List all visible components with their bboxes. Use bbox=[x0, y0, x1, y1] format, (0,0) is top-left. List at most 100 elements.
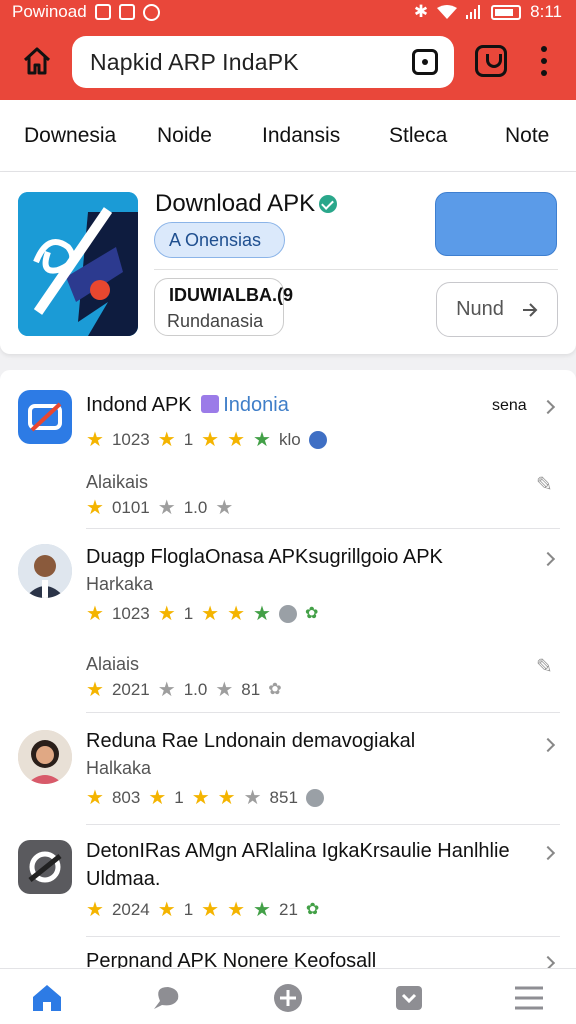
star-icon: ★ bbox=[253, 603, 271, 625]
app-sub-label: Alaiais bbox=[86, 654, 140, 674]
status-bar: Powinoad ✱ 8:11 bbox=[0, 0, 576, 24]
signal-icon bbox=[466, 5, 481, 19]
divider bbox=[86, 712, 560, 713]
star-icon: ★ bbox=[86, 497, 104, 519]
bottom-nav bbox=[0, 968, 576, 1024]
star-icon: ★ bbox=[86, 679, 104, 701]
star-icon: ★ bbox=[86, 899, 104, 921]
avatar bbox=[18, 730, 72, 784]
battery-icon bbox=[491, 4, 522, 20]
star-icon: ★ bbox=[201, 429, 220, 451]
featured-chip[interactable]: A Onensias bbox=[154, 222, 285, 258]
home-icon[interactable] bbox=[22, 46, 52, 76]
star-icon: ★ bbox=[157, 603, 176, 625]
wifi-icon bbox=[437, 5, 458, 19]
star-icon: ★ bbox=[227, 899, 246, 921]
star-icon: ★ bbox=[217, 787, 236, 809]
chevron-right-icon[interactable] bbox=[540, 551, 556, 567]
star-icon: ★ bbox=[253, 899, 271, 921]
nund-button-label: Nund bbox=[456, 298, 504, 320]
app-sub-rating: ★ 2021 ★ 1.0 ★ 81 ✿ bbox=[86, 679, 282, 701]
star-icon: ★ bbox=[243, 787, 262, 809]
top-bar: Powinoad ✱ 8:11 Napkid ARP IndaPK bbox=[0, 0, 576, 100]
app-title: Perpnand APK Nonere Keofosall bbox=[86, 950, 377, 970]
add-icon[interactable] bbox=[272, 983, 304, 1013]
chat-icon[interactable] bbox=[150, 983, 182, 1013]
featured-info-text: Rundanasia bbox=[167, 311, 264, 331]
divider bbox=[86, 936, 560, 937]
category-tabs: Downesia Noide Indansis Stleca Note bbox=[0, 100, 576, 172]
camera-icon[interactable] bbox=[412, 49, 438, 75]
star-icon: ★ bbox=[148, 787, 167, 809]
app-icon bbox=[18, 390, 72, 444]
star-icon: ★ bbox=[227, 603, 246, 625]
app-rating: ★ 2024 ★ 1 ★ ★ ★ 21 ✿ bbox=[86, 899, 320, 921]
star-icon: ★ bbox=[157, 899, 176, 921]
app-extra: sena bbox=[492, 397, 527, 414]
app-sub-label: Alaikais bbox=[86, 472, 149, 492]
divider bbox=[86, 824, 560, 825]
star-icon: ★ bbox=[157, 429, 176, 451]
app-list: Indond APK Indonia sena ★ 1023 ★ 1 ★ ★ ★ klo… bbox=[0, 370, 576, 970]
app-sub-rating: ★ 0101 ★ 1.0 ★ bbox=[86, 497, 234, 519]
app-rating: ★ 1023 ★ 1 ★ ★ ★ klo bbox=[86, 430, 327, 450]
featured-app-icon[interactable] bbox=[18, 192, 138, 336]
leaf-icon: ✿ bbox=[268, 681, 282, 698]
tab-stleca[interactable]: Stleca bbox=[389, 124, 447, 148]
chevron-right-icon[interactable] bbox=[540, 399, 556, 415]
app-icon bbox=[18, 840, 72, 894]
status-app-name: Powinoad bbox=[12, 2, 87, 21]
leaf-icon: ✿ bbox=[304, 605, 319, 622]
app-title: Duagp FloglaOnasa APKsugrillgoio APK bbox=[86, 546, 443, 568]
star-icon: ★ bbox=[191, 787, 210, 809]
nund-button[interactable]: Nund bbox=[436, 282, 558, 337]
featured-app-card: Download APK A Onensias IDUWIALBA.(9 Run… bbox=[0, 172, 576, 354]
leaf-icon: ✿ bbox=[305, 901, 320, 918]
badge-icon bbox=[308, 431, 327, 449]
tab-downesia[interactable]: Downesia bbox=[24, 124, 116, 148]
more-menu-icon[interactable] bbox=[536, 46, 552, 76]
tag-icon bbox=[201, 395, 220, 413]
tab-indansis[interactable]: Indansis bbox=[262, 124, 340, 148]
url-text: Napkid ARP IndaPK bbox=[90, 48, 299, 75]
notification-icon bbox=[94, 4, 111, 20]
url-bar[interactable]: Napkid ARP IndaPK bbox=[72, 36, 454, 88]
pin-icon[interactable]: ✎ bbox=[536, 654, 553, 679]
app-title: DetonIRas AMgn ARlalina IgkaKrsaulie Han… bbox=[86, 840, 510, 862]
arrow-right-icon bbox=[522, 302, 538, 317]
divider bbox=[86, 528, 560, 529]
star-icon: ★ bbox=[157, 679, 176, 701]
star-icon: ★ bbox=[157, 497, 176, 519]
shield-icon[interactable] bbox=[475, 45, 507, 77]
app-subtitle: Uldmaa. bbox=[86, 868, 161, 890]
tab-noide[interactable]: Noide bbox=[157, 124, 212, 148]
app-rating: ★ 1023 ★ 1 ★ ★ ★ ✿ bbox=[86, 603, 319, 625]
avatar bbox=[18, 544, 72, 598]
star-icon: ★ bbox=[215, 497, 234, 519]
status-time: 8:11 bbox=[530, 2, 562, 21]
star-icon: ★ bbox=[86, 787, 104, 809]
chevron-right-icon[interactable] bbox=[540, 845, 556, 861]
home-icon[interactable] bbox=[31, 983, 63, 1013]
app-subtitle: Harkaka bbox=[86, 574, 154, 594]
pin-icon[interactable]: ✎ bbox=[536, 472, 553, 497]
bluetooth-icon: ✱ bbox=[413, 2, 429, 21]
tab-note[interactable]: Note bbox=[505, 124, 549, 148]
featured-app-title: Download APK bbox=[155, 190, 338, 218]
star-icon: ★ bbox=[201, 899, 220, 921]
star-icon: ★ bbox=[201, 603, 220, 625]
verified-icon bbox=[319, 195, 338, 213]
chevron-right-icon[interactable] bbox=[540, 737, 556, 753]
menu-icon[interactable] bbox=[513, 983, 545, 1013]
download-icon[interactable] bbox=[393, 983, 425, 1013]
featured-info-box[interactable]: IDUWIALBA.(9 Rundanasia bbox=[154, 278, 293, 336]
divider bbox=[154, 269, 558, 270]
app-tag: Indonia bbox=[223, 394, 289, 416]
star-icon: ★ bbox=[253, 429, 271, 451]
app-title: Indond APK bbox=[86, 394, 192, 416]
app-title: Reduna Rae Lndonain demavogiakal bbox=[86, 730, 416, 752]
message-icon bbox=[118, 4, 135, 20]
star-icon: ★ bbox=[227, 429, 246, 451]
app-rating: ★ 803 ★ 1 ★ ★ ★ 851 bbox=[86, 788, 324, 808]
install-button[interactable] bbox=[435, 192, 557, 256]
